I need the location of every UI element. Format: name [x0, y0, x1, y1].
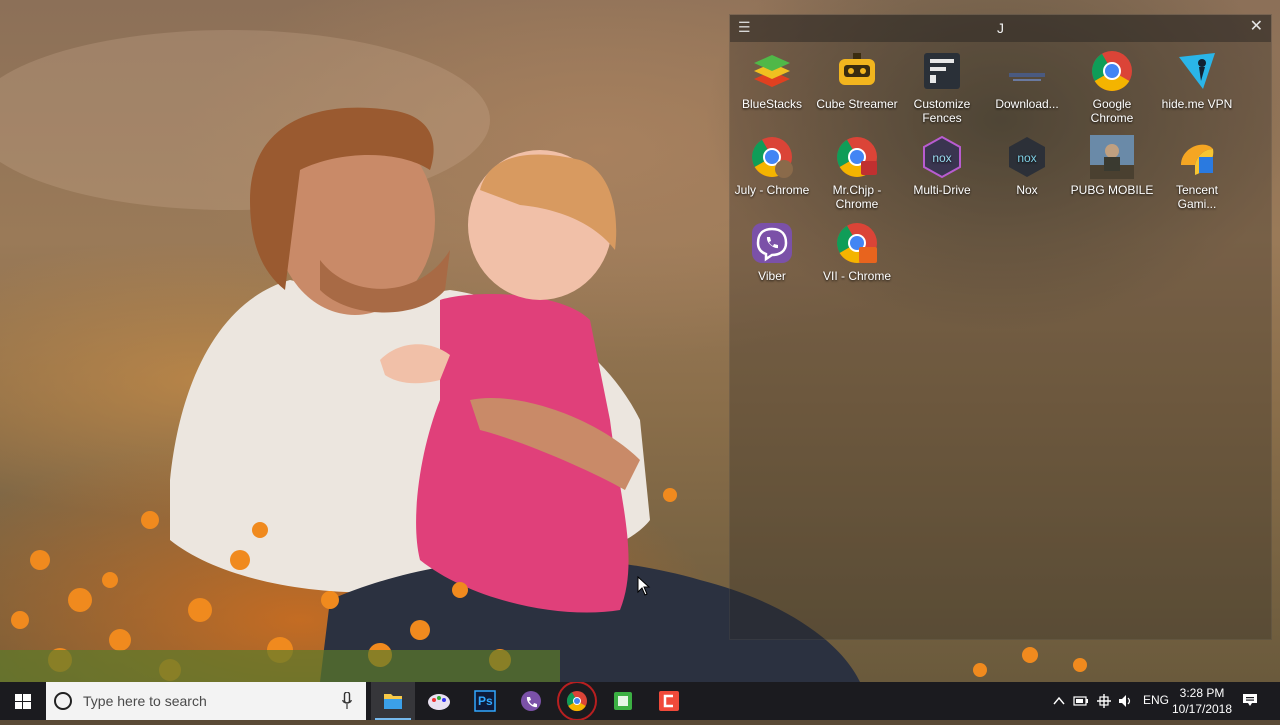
close-icon[interactable]: ✕ — [1250, 19, 1263, 35]
paint-icon — [428, 694, 450, 710]
desktop-icon-customize-fences[interactable]: Customize Fences — [900, 45, 984, 125]
viber-icon — [521, 691, 541, 711]
desktop-icon-viber[interactable]: Viber — [730, 217, 814, 283]
icon-label: Nox — [1016, 183, 1038, 197]
search-placeholder: Type here to search — [83, 693, 207, 709]
cortana-icon — [54, 692, 72, 710]
fence-titlebar[interactable]: ☰ J ✕ — [730, 15, 1271, 42]
desktop-icon-cube-streamer[interactable]: Cube Streamer — [815, 45, 899, 111]
hideme-vpn-icon — [1175, 49, 1219, 93]
tencent-gaming-icon — [1175, 135, 1219, 179]
clock-time: 3:28 PM — [1179, 686, 1225, 700]
viber-icon — [750, 221, 794, 265]
red-app-icon — [659, 691, 679, 711]
bluestacks-icon — [750, 49, 794, 93]
desktop-icon-hideme-vpn[interactable]: hide.me VPN — [1155, 45, 1239, 111]
icon-label: Mr.Chjp - Chrome — [832, 183, 882, 211]
desktop-icon-download[interactable]: Download... — [985, 45, 1069, 111]
desktop-wallpaper: ☰ J ✕ BlueStacks Cube Streamer Customize… — [0, 0, 1280, 682]
volume-icon[interactable] — [1118, 694, 1134, 708]
icon-label: BlueStacks — [741, 97, 803, 111]
svg-text:nox: nox — [1017, 151, 1036, 165]
taskbar-photoshop[interactable]: Ps — [463, 682, 507, 720]
icon-label: hide.me VPN — [1161, 97, 1233, 111]
icon-label: Download... — [995, 97, 1059, 111]
desktop-icon-tencent-gaming[interactable]: Tencent Gami... — [1155, 131, 1239, 211]
taskbar-red-app[interactable] — [647, 682, 691, 720]
cube-streamer-icon — [835, 49, 879, 93]
download-icon — [1005, 49, 1049, 93]
icon-label: Cube Streamer — [816, 97, 898, 111]
chrome-icon — [1090, 49, 1134, 93]
clock[interactable]: 3:28 PM 10/17/2018 — [1170, 685, 1234, 717]
desktop-icon-pubg-mobile[interactable]: PUBG MOBILE — [1070, 131, 1154, 197]
network-icon[interactable] — [1096, 693, 1112, 709]
desktop-icon-google-chrome[interactable]: Google Chrome — [1070, 45, 1154, 125]
chrome-profile-mr-icon — [835, 221, 879, 265]
taskbar-search-box[interactable]: Type here to search — [46, 682, 366, 720]
chrome-icon — [557, 681, 597, 721]
icon-label: VII - Chrome — [822, 269, 891, 283]
taskbar: Type here to search Ps ENG 3:28 PM 10/17… — [0, 681, 1280, 721]
taskbar-green-app[interactable] — [601, 682, 645, 720]
pubg-icon — [1090, 135, 1134, 179]
fence-title: J — [997, 20, 1004, 36]
icon-label: Customize Fences — [913, 97, 971, 125]
icon-label: Viber — [758, 269, 786, 283]
desktop-icon-multi-drive[interactable]: nox Multi-Drive — [900, 131, 984, 197]
photoshop-label: Ps — [478, 694, 493, 708]
icon-label: Tencent Gami... — [1175, 183, 1219, 211]
desktop-icon-nox[interactable]: nox Nox — [985, 131, 1069, 197]
clock-date: 10/17/2018 — [1171, 702, 1233, 716]
chrome-profile-icon — [750, 135, 794, 179]
taskbar-viber[interactable] — [509, 682, 553, 720]
action-center-icon[interactable] — [1242, 693, 1258, 707]
show-hidden-icons-icon[interactable] — [1053, 695, 1065, 707]
desktop-icon-vii-chrome[interactable]: VII - Chrome — [815, 217, 899, 283]
start-button[interactable] — [0, 682, 46, 720]
icon-label: PUBG MOBILE — [1070, 183, 1154, 197]
nox-icon: nox — [1005, 135, 1049, 179]
taskbar-file-explorer[interactable] — [371, 682, 415, 720]
windows-logo-icon — [15, 694, 31, 709]
fences-icon — [920, 49, 964, 93]
icon-label: Multi-Drive — [913, 183, 971, 197]
folder-icon — [384, 694, 402, 709]
fences-panel[interactable]: ☰ J ✕ BlueStacks Cube Streamer Customize… — [729, 14, 1272, 640]
icon-label: July - Chrome — [734, 183, 810, 197]
taskbar-chrome[interactable] — [555, 681, 599, 721]
microphone-icon[interactable] — [342, 692, 352, 710]
desktop-icon-mrchjp-chrome[interactable]: Mr.Chjp - Chrome — [815, 131, 899, 211]
desktop-icon-bluestacks[interactable]: BlueStacks — [730, 45, 814, 111]
mouse-cursor-icon — [637, 576, 651, 596]
nox-multi-drive-icon: nox — [920, 135, 964, 179]
taskbar-paint[interactable] — [417, 682, 461, 720]
chrome-profile-icon — [835, 135, 879, 179]
desktop-icon-july-chrome[interactable]: July - Chrome — [730, 131, 814, 197]
icon-label: Google Chrome — [1090, 97, 1134, 125]
language-indicator[interactable]: ENG — [1143, 693, 1169, 707]
battery-icon[interactable] — [1073, 694, 1089, 708]
svg-text:nox: nox — [932, 151, 951, 165]
green-app-icon — [614, 692, 632, 710]
